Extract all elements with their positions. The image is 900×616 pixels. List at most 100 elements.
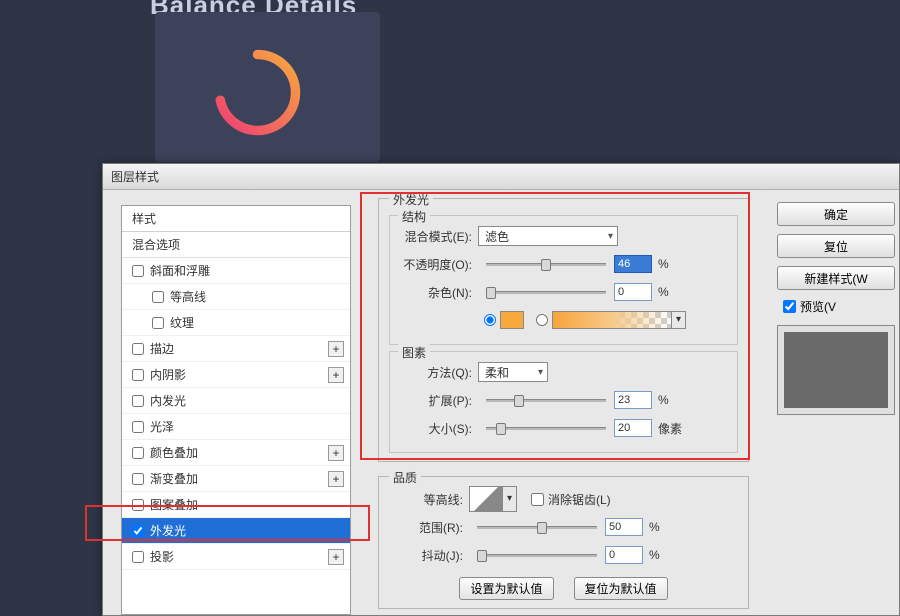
quality-group: 品质 等高线: ▾ 消除锯齿(L) 范围(R): % 抖动(J): (378, 476, 749, 609)
spread-unit: % (658, 393, 669, 407)
structure-title: 结构 (398, 208, 430, 225)
dialog-button-column: 确定 复位 新建样式(W 预览(V (769, 202, 899, 415)
gradient-dropdown-icon[interactable]: ▾ (672, 311, 686, 329)
preview-label: 预览(V (800, 298, 836, 315)
noise-slider[interactable] (486, 291, 606, 294)
quality-title: 品质 (389, 469, 421, 486)
make-default-button[interactable]: 设置为默认值 (459, 577, 553, 600)
antialias-label: 消除锯齿(L) (548, 491, 611, 508)
style-inner-shadow-check[interactable] (132, 369, 144, 381)
style-stroke-check[interactable] (132, 343, 144, 355)
size-input[interactable] (614, 419, 652, 437)
add-effect-icon[interactable]: + (328, 341, 344, 357)
layer-style-dialog: 图层样式 样式 混合选项 斜面和浮雕 等高线 纹理 描边 + (102, 163, 900, 616)
styles-header[interactable]: 样式 (122, 206, 350, 232)
preview-card (155, 12, 380, 162)
style-inner-glow[interactable]: 内发光 (122, 388, 350, 414)
new-style-button[interactable]: 新建样式(W (777, 266, 895, 290)
style-label: 投影 (150, 548, 174, 565)
style-outer-glow-check[interactable] (132, 525, 144, 537)
style-label: 等高线 (170, 288, 206, 305)
range-input[interactable] (605, 518, 643, 536)
jitter-slider[interactable] (477, 554, 597, 557)
blend-mode-label: 混合模式(E): (398, 228, 478, 245)
spread-label: 扩展(P): (398, 392, 478, 409)
elements-group: 图素 方法(Q): 柔和 扩展(P): % 大小(S): (389, 351, 738, 453)
glow-gradient-radio[interactable] (536, 314, 548, 326)
opacity-unit: % (658, 257, 669, 271)
outer-glow-panel: 外发光 结构 混合模式(E): 滤色 不透明度(O): % (368, 190, 759, 615)
glow-gradient-swatch[interactable] (552, 311, 672, 329)
style-contour[interactable]: 等高线 (122, 284, 350, 310)
style-label: 斜面和浮雕 (150, 262, 210, 279)
style-bevel-check[interactable] (132, 265, 144, 277)
blend-mode-select[interactable]: 滤色 (478, 226, 618, 246)
range-label: 范围(R): (389, 519, 469, 536)
style-label: 光泽 (150, 418, 174, 435)
size-unit: 像素 (658, 420, 682, 437)
style-pattern-overlay[interactable]: 图案叠加 (122, 492, 350, 518)
noise-input[interactable] (614, 283, 652, 301)
jitter-unit: % (649, 548, 660, 562)
technique-select[interactable]: 柔和 (478, 362, 548, 382)
style-outer-glow[interactable]: 外发光 (122, 518, 350, 544)
style-contour-check[interactable] (152, 291, 164, 303)
preview-toggle[interactable]: 预览(V (783, 298, 899, 315)
glow-color-swatch[interactable] (500, 311, 524, 329)
style-drop-shadow[interactable]: 投影 + (122, 544, 350, 570)
gradient-ring-icon (210, 45, 305, 140)
spread-input[interactable] (614, 391, 652, 409)
styles-panel: 样式 混合选项 斜面和浮雕 等高线 纹理 描边 + 内阴影 (121, 205, 351, 615)
style-inner-shadow[interactable]: 内阴影 + (122, 362, 350, 388)
style-inner-glow-check[interactable] (132, 395, 144, 407)
elements-title: 图素 (398, 344, 430, 361)
style-color-overlay-check[interactable] (132, 447, 144, 459)
style-label: 内发光 (150, 392, 186, 409)
jitter-input[interactable] (605, 546, 643, 564)
style-satin-check[interactable] (132, 421, 144, 433)
range-unit: % (649, 520, 660, 534)
range-slider[interactable] (477, 526, 597, 529)
style-label: 颜色叠加 (150, 444, 198, 461)
style-color-overlay[interactable]: 颜色叠加 + (122, 440, 350, 466)
contour-picker[interactable] (469, 486, 503, 512)
outer-glow-group: 外发光 结构 混合模式(E): 滤色 不透明度(O): % (378, 198, 749, 462)
spread-slider[interactable] (486, 399, 606, 402)
glow-color-radio[interactable] (484, 314, 496, 326)
cancel-button[interactable]: 复位 (777, 234, 895, 258)
style-texture[interactable]: 纹理 (122, 310, 350, 336)
style-bevel[interactable]: 斜面和浮雕 (122, 258, 350, 284)
style-label: 外发光 (150, 522, 186, 539)
add-effect-icon[interactable]: + (328, 445, 344, 461)
style-stroke[interactable]: 描边 + (122, 336, 350, 362)
blend-options[interactable]: 混合选项 (122, 232, 350, 258)
style-label: 描边 (150, 340, 174, 357)
add-effect-icon[interactable]: + (328, 471, 344, 487)
style-satin[interactable]: 光泽 (122, 414, 350, 440)
size-slider[interactable] (486, 427, 606, 430)
technique-label: 方法(Q): (398, 364, 478, 381)
style-pattern-overlay-check[interactable] (132, 499, 144, 511)
style-label: 纹理 (170, 314, 194, 331)
style-gradient-overlay[interactable]: 渐变叠加 + (122, 466, 350, 492)
preview-checkbox[interactable] (783, 300, 796, 313)
style-drop-shadow-check[interactable] (132, 551, 144, 563)
preview-thumbnail (777, 325, 895, 415)
contour-dropdown-icon[interactable]: ▾ (503, 486, 517, 512)
style-gradient-overlay-check[interactable] (132, 473, 144, 485)
reset-default-button[interactable]: 复位为默认值 (574, 577, 668, 600)
opacity-slider[interactable] (486, 263, 606, 266)
style-label: 图案叠加 (150, 496, 198, 513)
add-effect-icon[interactable]: + (328, 367, 344, 383)
style-texture-check[interactable] (152, 317, 164, 329)
contour-label: 等高线: (389, 491, 469, 508)
antialias-check[interactable] (531, 493, 544, 506)
style-label: 渐变叠加 (150, 470, 198, 487)
ok-button[interactable]: 确定 (777, 202, 895, 226)
opacity-input[interactable] (614, 255, 652, 273)
opacity-label: 不透明度(O): (398, 256, 478, 273)
style-label: 内阴影 (150, 366, 186, 383)
noise-label: 杂色(N): (398, 284, 478, 301)
add-effect-icon[interactable]: + (328, 549, 344, 565)
dialog-title: 图层样式 (103, 164, 899, 190)
